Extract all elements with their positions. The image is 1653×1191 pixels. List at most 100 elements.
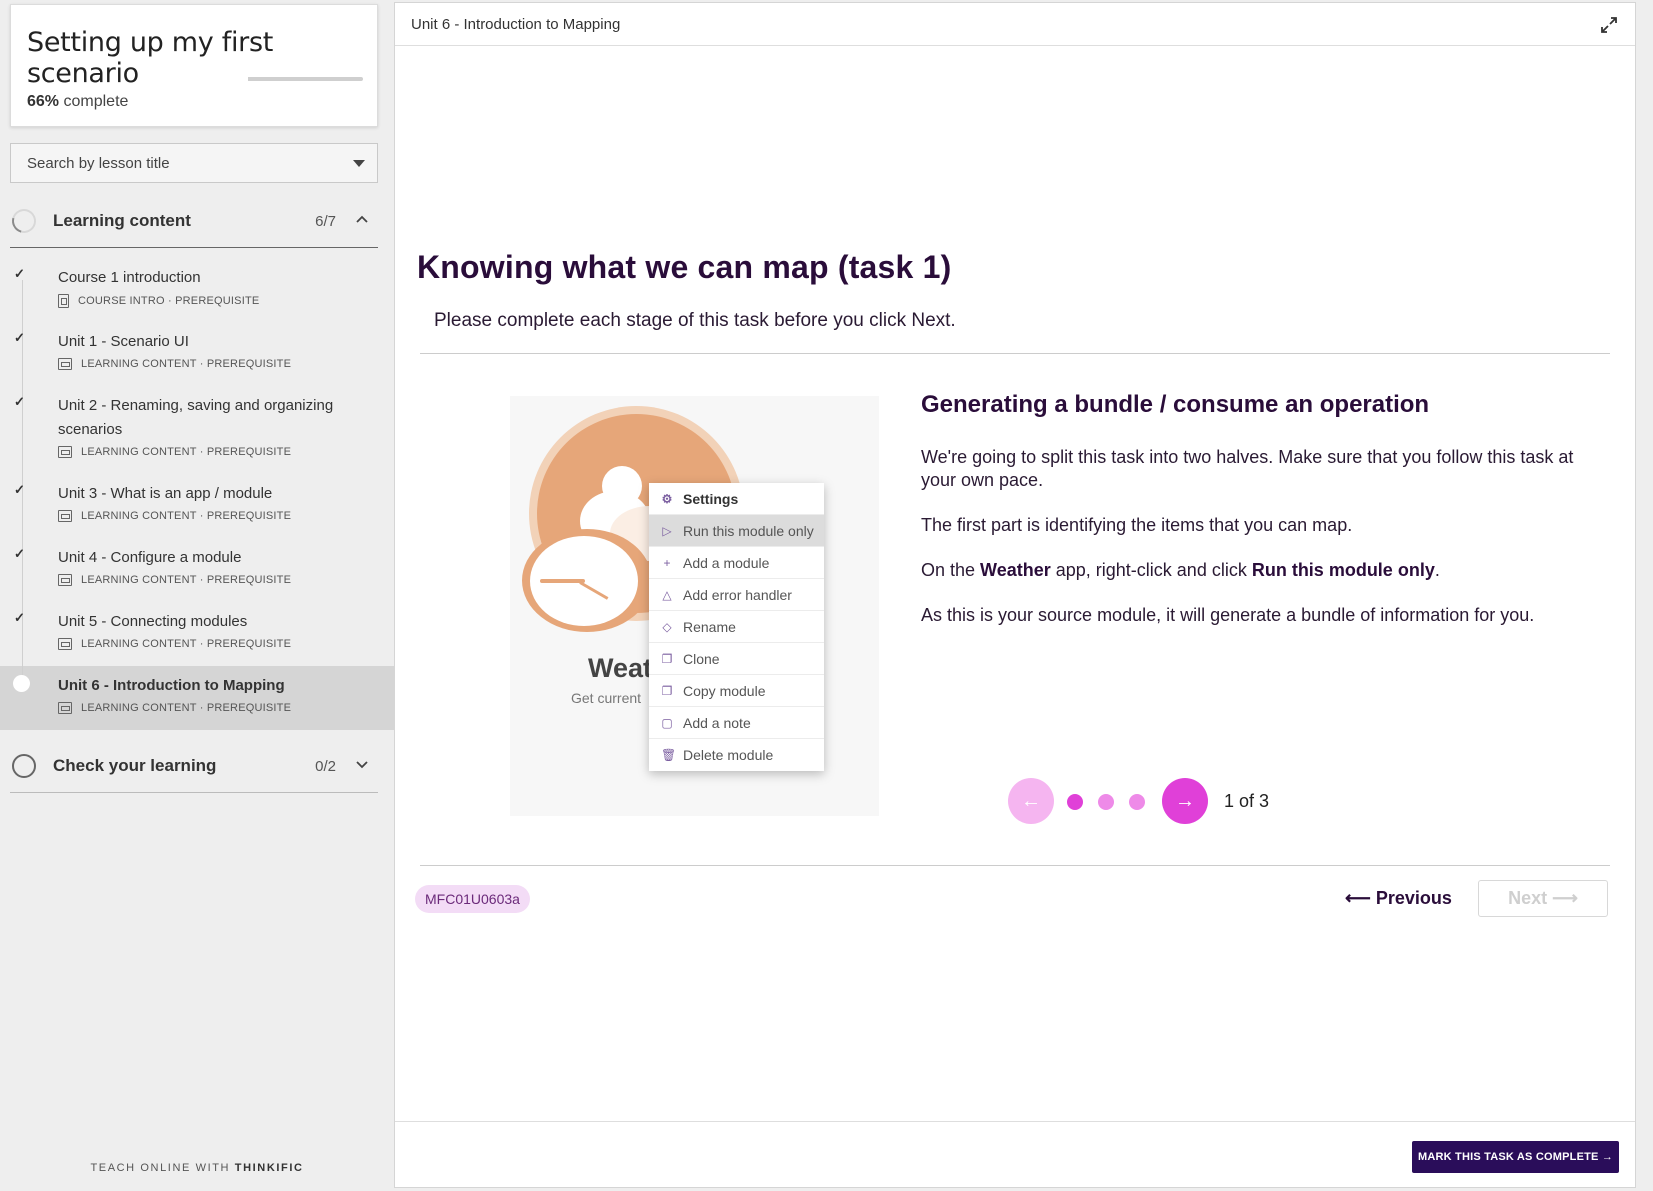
menu-item-copy-module: ❐ Copy module [649, 675, 824, 707]
chapter-title: Learning content [53, 211, 191, 230]
course-progress-card: Setting up my first scenario 66% complet… [10, 4, 378, 127]
previous-label: Previous [1375, 888, 1452, 908]
check-icon: ✓ [14, 394, 25, 409]
carousel-next-button[interactable]: → [1162, 778, 1208, 824]
arrow-right-icon: ⟶ [1547, 888, 1578, 908]
lesson-footer: MARK THIS TASK AS COMPLETE → [395, 1121, 1635, 1189]
check-icon: ✓ [14, 610, 25, 625]
current-lesson-dot-icon [13, 675, 30, 692]
lesson-search-dropdown[interactable]: Search by lesson title [10, 143, 378, 183]
lesson-subheading: Please complete each stage of this task … [434, 310, 956, 331]
lesson-meta: LEARNING CONTENT · PREREQUISITE [58, 638, 291, 650]
menu-item-add-error-handler: △ Add error handler [649, 579, 824, 611]
eraser-icon: ◇ [662, 619, 672, 634]
progress-percent: 66% [27, 93, 60, 110]
progress-bar-fill [248, 77, 324, 81]
lesson-meta: LEARNING CONTENT · PREREQUISITE [58, 446, 291, 458]
text-run: On the [921, 560, 981, 580]
lesson-content-panel: Unit 6 - Introduction to Mapping Knowing… [394, 2, 1636, 1188]
text-run: . [1434, 560, 1440, 580]
progress-text: 66% complete [27, 93, 128, 111]
next-label: Next [1508, 888, 1548, 908]
presentation-icon [58, 446, 72, 458]
lesson-item[interactable]: ✓ Unit 1 - Scenario UI LEARNING CONTENT … [0, 322, 394, 386]
chapter-title: Check your learning [53, 756, 217, 775]
carousel-dot[interactable] [1129, 794, 1145, 810]
lesson-item[interactable]: ✓ Course 1 introduction COURSE INTRO · P… [0, 258, 394, 322]
arrow-right-icon: → [1598, 1151, 1614, 1163]
lesson-heading: Knowing what we can map (task 1) [417, 249, 952, 285]
thinkific-footer[interactable]: TEACH ONLINE WITH THINKIFIC [0, 1162, 394, 1174]
lesson-title: Unit 3 - What is an app / module [58, 485, 273, 502]
card-paragraph: As this is your source module, it will g… [921, 605, 1535, 625]
module-name: Weat [588, 653, 653, 683]
trash-icon: 🗑 [661, 748, 677, 762]
menu-item-label: Settings [683, 490, 739, 507]
menu-item-label: Run this module only [683, 522, 814, 539]
document-icon [58, 294, 69, 308]
check-icon: ✓ [14, 266, 25, 281]
chapter-check-your-learning[interactable]: Check your learning 0/2 [10, 739, 378, 793]
presentation-icon [58, 574, 72, 586]
lesson-item-current[interactable]: Unit 6 - Introduction to Mapping LEARNIN… [0, 666, 394, 730]
menu-item-add-module: + Add a module [649, 547, 824, 579]
lesson-title: Unit 2 - Renaming, saving and organizing… [58, 397, 334, 438]
play-icon: ▷ [662, 523, 672, 538]
lesson-topbar: Unit 6 - Introduction to Mapping [395, 3, 1635, 46]
carousel-counter: 1 of 3 [1224, 791, 1270, 811]
lesson-meta: LEARNING CONTENT · PREREQUISITE [58, 574, 291, 586]
progress-suffix: complete [63, 93, 129, 110]
mark-complete-button[interactable]: MARK THIS TASK AS COMPLETE → [1412, 1141, 1619, 1173]
previous-button[interactable]: ⟵ Previous [1345, 888, 1452, 909]
arrow-left-icon: ⟵ [1345, 888, 1376, 908]
chapter-learning-content[interactable]: Learning content 6/7 [7, 194, 378, 248]
arrow-right-icon: → [1175, 790, 1195, 812]
presentation-icon [58, 358, 72, 370]
carousel-dot[interactable] [1098, 794, 1114, 810]
chevron-up-icon[interactable] [354, 211, 370, 227]
lesson-topbar-title: Unit 6 - Introduction to Mapping [411, 16, 621, 33]
carousel-dot-active[interactable] [1067, 794, 1083, 810]
card-paragraph: On the Weather app, right-click and clic… [921, 559, 1601, 582]
card-paragraph: The first part is identifying the items … [921, 515, 1353, 535]
expand-icon[interactable] [1599, 15, 1619, 35]
text-run: app, right-click and click [1050, 560, 1252, 580]
check-icon: ✓ [14, 546, 25, 561]
lesson-title: Unit 6 - Introduction to Mapping [58, 677, 285, 694]
menu-item-settings: ⚙ Settings [649, 483, 824, 515]
lesson-title: Unit 4 - Configure a module [58, 549, 242, 566]
progress-ring-icon [7, 204, 41, 238]
text-run-bold: Run this module only [1251, 560, 1435, 580]
menu-item-label: Rename [683, 618, 736, 635]
lesson-item[interactable]: ✓ Unit 5 - Connecting modules LEARNING C… [0, 602, 394, 666]
chevron-down-icon[interactable] [354, 756, 370, 772]
lesson-item[interactable]: ✓ Unit 2 - Renaming, saving and organizi… [0, 386, 394, 474]
note-icon: ▢ [661, 715, 673, 730]
lesson-connector [22, 280, 23, 322]
copy-icon: ❐ [661, 683, 673, 698]
lesson-meta-text: LEARNING CONTENT · PREREQUISITE [81, 358, 292, 370]
lesson-meta: COURSE INTRO · PREREQUISITE [58, 294, 259, 308]
lesson-meta-text: LEARNING CONTENT · PREREQUISITE [81, 446, 292, 458]
lesson-item[interactable]: ✓ Unit 3 - What is an app / module LEARN… [0, 474, 394, 538]
divider [420, 865, 1610, 866]
next-button[interactable]: Next ⟶ [1478, 880, 1608, 917]
menu-item-label: Delete module [683, 747, 774, 763]
card-heading: Generating a bundle / consume an operati… [921, 391, 1430, 418]
progress-ring-icon [12, 754, 36, 778]
lesson-meta: LEARNING CONTENT · PREREQUISITE [58, 358, 291, 370]
menu-item-label: Clone [683, 650, 720, 667]
lesson-item[interactable]: ✓ Unit 4 - Configure a module LEARNING C… [0, 538, 394, 602]
check-icon: ✓ [14, 330, 25, 345]
divider [420, 353, 1610, 354]
arrow-left-icon: ← [1021, 790, 1041, 812]
footer-brand: THINKIFIC [234, 1162, 304, 1174]
lesson-search-placeholder: Search by lesson title [27, 155, 170, 172]
menu-item-clone: ❐ Clone [649, 643, 824, 675]
menu-item-add-note: ▢ Add a note [649, 707, 824, 739]
menu-item-delete-module: 🗑 Delete module [649, 739, 824, 771]
menu-item-rename: ◇ Rename [649, 611, 824, 643]
gear-icon: ⚙ [661, 491, 673, 506]
lesson-meta-text: LEARNING CONTENT · PREREQUISITE [81, 638, 292, 650]
carousel-prev-button[interactable]: ← [1008, 778, 1054, 824]
